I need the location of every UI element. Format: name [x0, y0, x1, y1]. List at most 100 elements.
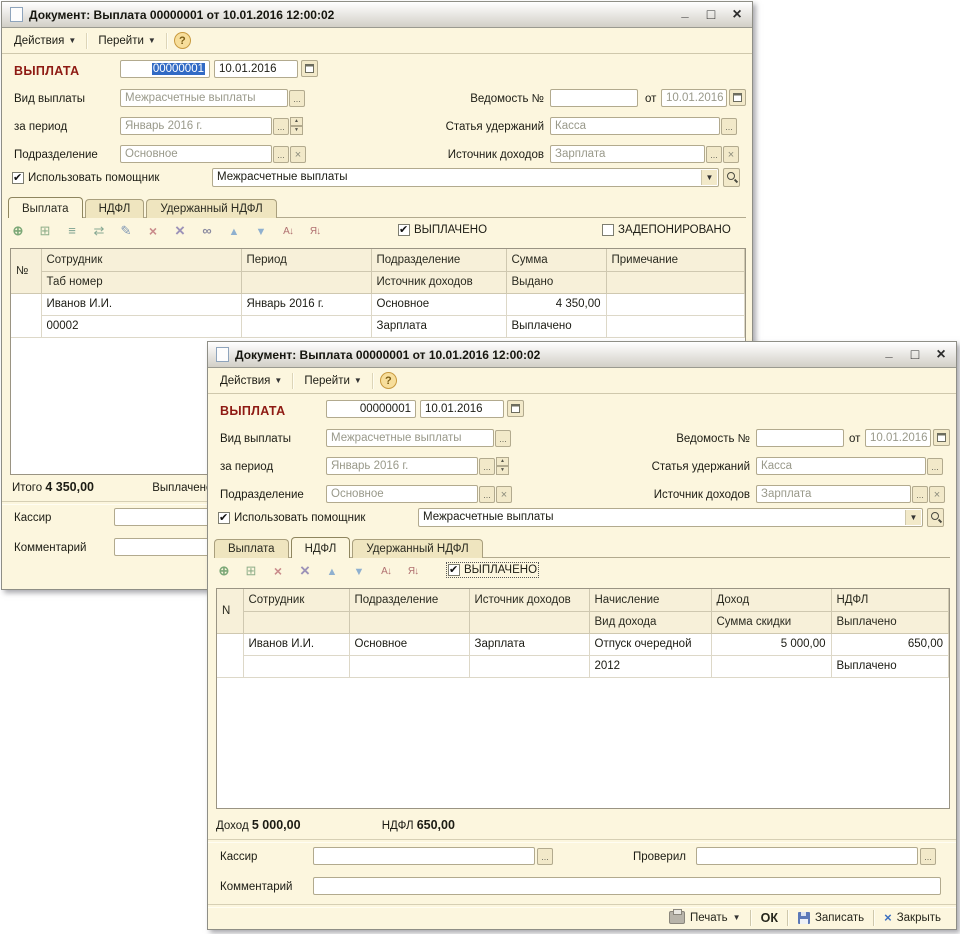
- cashier-field[interactable]: [313, 847, 535, 865]
- ellipsis-button[interactable]: ...: [927, 458, 943, 475]
- tab-ndfl[interactable]: НДФЛ: [291, 537, 351, 558]
- sort-desc-icon[interactable]: [307, 222, 323, 240]
- edit-row-icon[interactable]: [118, 223, 134, 239]
- tab-withheld-ndfl[interactable]: Удержанный НДФЛ: [146, 199, 276, 218]
- maximize-icon[interactable]: [908, 347, 922, 362]
- cell-empty[interactable]: [243, 655, 349, 677]
- comment-field[interactable]: [313, 877, 941, 895]
- source-field[interactable]: Зарплата: [756, 485, 911, 503]
- copy-row-icon[interactable]: [37, 223, 53, 239]
- paid-checkbox[interactable]: ВЫПЛАЧЕНО: [448, 564, 537, 576]
- clear-icon[interactable]: ×: [290, 146, 306, 163]
- kind-field[interactable]: Межрасчетные выплаты: [326, 429, 494, 447]
- sort-desc-icon[interactable]: [405, 562, 421, 580]
- ellipsis-button[interactable]: ...: [273, 146, 289, 163]
- cell-income-kind[interactable]: 2012: [589, 655, 711, 677]
- move-down-icon[interactable]: [253, 223, 269, 240]
- sheet-number-field[interactable]: [756, 429, 844, 447]
- table-row[interactable]: 1 Иванов И.И. Январь 2016 г. Основное 4 …: [11, 293, 745, 315]
- calendar-icon[interactable]: [729, 89, 746, 106]
- spin-up-icon[interactable]: ▲: [290, 117, 303, 126]
- division-field[interactable]: Основное: [326, 485, 478, 503]
- clear-rows-icon[interactable]: [297, 563, 313, 580]
- ellipsis-button[interactable]: ...: [273, 118, 289, 135]
- cell-income-source[interactable]: Зарплата: [371, 315, 506, 337]
- save-button[interactable]: Записать: [791, 909, 871, 927]
- cell-sum[interactable]: 4 350,00: [506, 293, 606, 315]
- ellipsis-button[interactable]: ...: [289, 90, 305, 107]
- checkbox-checked-icon[interactable]: [448, 564, 460, 576]
- cell-income[interactable]: 5 000,00: [711, 633, 831, 655]
- move-up-icon[interactable]: [226, 223, 242, 240]
- table-row2[interactable]: 00002 Зарплата Выплачено: [11, 315, 745, 337]
- assistant-combo[interactable]: Межрасчетные выплаты ▼: [212, 168, 719, 187]
- help-icon[interactable]: ?: [174, 32, 191, 49]
- calendar-icon[interactable]: [507, 400, 524, 417]
- move-down-icon[interactable]: [351, 563, 367, 580]
- period-spinner[interactable]: ▲▼: [496, 457, 509, 475]
- move-up-icon[interactable]: [324, 563, 340, 580]
- close-icon[interactable]: [934, 348, 948, 362]
- cell-accrual[interactable]: Отпуск очередной: [589, 633, 711, 655]
- clear-icon[interactable]: ×: [723, 146, 739, 163]
- swap-rows-icon[interactable]: [91, 223, 107, 239]
- doc-number-field[interactable]: 00000001: [120, 60, 210, 78]
- kind-field[interactable]: Межрасчетные выплаты: [120, 89, 288, 107]
- selection-icon[interactable]: [199, 223, 215, 239]
- help-icon[interactable]: ?: [380, 372, 397, 389]
- cell-empty[interactable]: [711, 655, 831, 677]
- tab-withheld-ndfl[interactable]: Удержанный НДФЛ: [352, 539, 482, 558]
- ellipsis-button[interactable]: ...: [479, 486, 495, 503]
- search-icon[interactable]: [927, 508, 944, 527]
- sheet-date-field[interactable]: 10.01.2016: [865, 429, 931, 447]
- calendar-icon[interactable]: [301, 60, 318, 77]
- doc-date-field[interactable]: 10.01.2016: [420, 400, 504, 418]
- ellipsis-button[interactable]: ...: [495, 430, 511, 447]
- sheet-date-field[interactable]: 10.01.2016: [661, 89, 727, 107]
- sort-asc-icon[interactable]: [280, 222, 296, 240]
- print-button[interactable]: Печать ▼: [662, 908, 748, 927]
- minimize-icon[interactable]: [882, 348, 896, 362]
- assistant-checkbox[interactable]: Использовать помощник: [12, 172, 159, 184]
- title-bar[interactable]: Документ: Выплата 00000001 от 10.01.2016…: [2, 2, 752, 28]
- spin-up-icon[interactable]: ▲: [496, 457, 509, 466]
- maximize-icon[interactable]: [704, 7, 718, 22]
- cell-empty[interactable]: [469, 655, 589, 677]
- checkbox-checked-icon[interactable]: [218, 512, 230, 524]
- minimize-icon[interactable]: [678, 8, 692, 22]
- clear-rows-icon[interactable]: [172, 223, 188, 240]
- clear-icon[interactable]: ×: [929, 486, 945, 503]
- cell-employee[interactable]: Иванов И.И.: [41, 293, 241, 315]
- cell-paid-status[interactable]: Выплачено: [506, 315, 606, 337]
- tab-payment[interactable]: Выплата: [8, 197, 83, 218]
- combo-dropdown-icon[interactable]: ▼: [701, 170, 717, 185]
- cell-period[interactable]: Январь 2016 г.: [241, 293, 371, 315]
- period-spinner[interactable]: ▲▼: [290, 117, 303, 135]
- checkbox-checked-icon[interactable]: [12, 172, 24, 184]
- ellipsis-button[interactable]: ...: [920, 848, 936, 865]
- sort-asc-icon[interactable]: [378, 562, 394, 580]
- delete-row-icon[interactable]: [145, 223, 161, 240]
- combo-dropdown-icon[interactable]: ▼: [905, 510, 921, 525]
- period-field[interactable]: Январь 2016 г.: [326, 457, 478, 475]
- cell-ndfl[interactable]: 650,00: [831, 633, 949, 655]
- spin-down-icon[interactable]: ▼: [290, 126, 303, 135]
- sheet-number-field[interactable]: [550, 89, 638, 107]
- row-number-cell[interactable]: 1: [217, 633, 243, 677]
- checkbox-unchecked-icon[interactable]: [602, 224, 614, 236]
- tab-ndfl[interactable]: НДФЛ: [85, 199, 145, 218]
- add-row-icon[interactable]: [10, 223, 26, 239]
- deposited-checkbox[interactable]: ЗАДЕПОНИРОВАНО: [602, 224, 731, 236]
- add-row-icon[interactable]: [216, 563, 232, 579]
- cell-note[interactable]: [606, 293, 745, 315]
- menu-actions[interactable]: Действия▼: [6, 33, 84, 49]
- calendar-icon[interactable]: [933, 429, 950, 446]
- spin-down-icon[interactable]: ▼: [496, 466, 509, 475]
- table-row2[interactable]: 2012 Выплачено: [217, 655, 949, 677]
- doc-date-field[interactable]: 10.01.2016: [214, 60, 298, 78]
- deduction-field[interactable]: Касса: [550, 117, 720, 135]
- doc-number-field[interactable]: 00000001: [326, 400, 416, 418]
- period-field[interactable]: Январь 2016 г.: [120, 117, 272, 135]
- ellipsis-button[interactable]: ...: [721, 118, 737, 135]
- close-button[interactable]: × Закрыть: [877, 907, 948, 928]
